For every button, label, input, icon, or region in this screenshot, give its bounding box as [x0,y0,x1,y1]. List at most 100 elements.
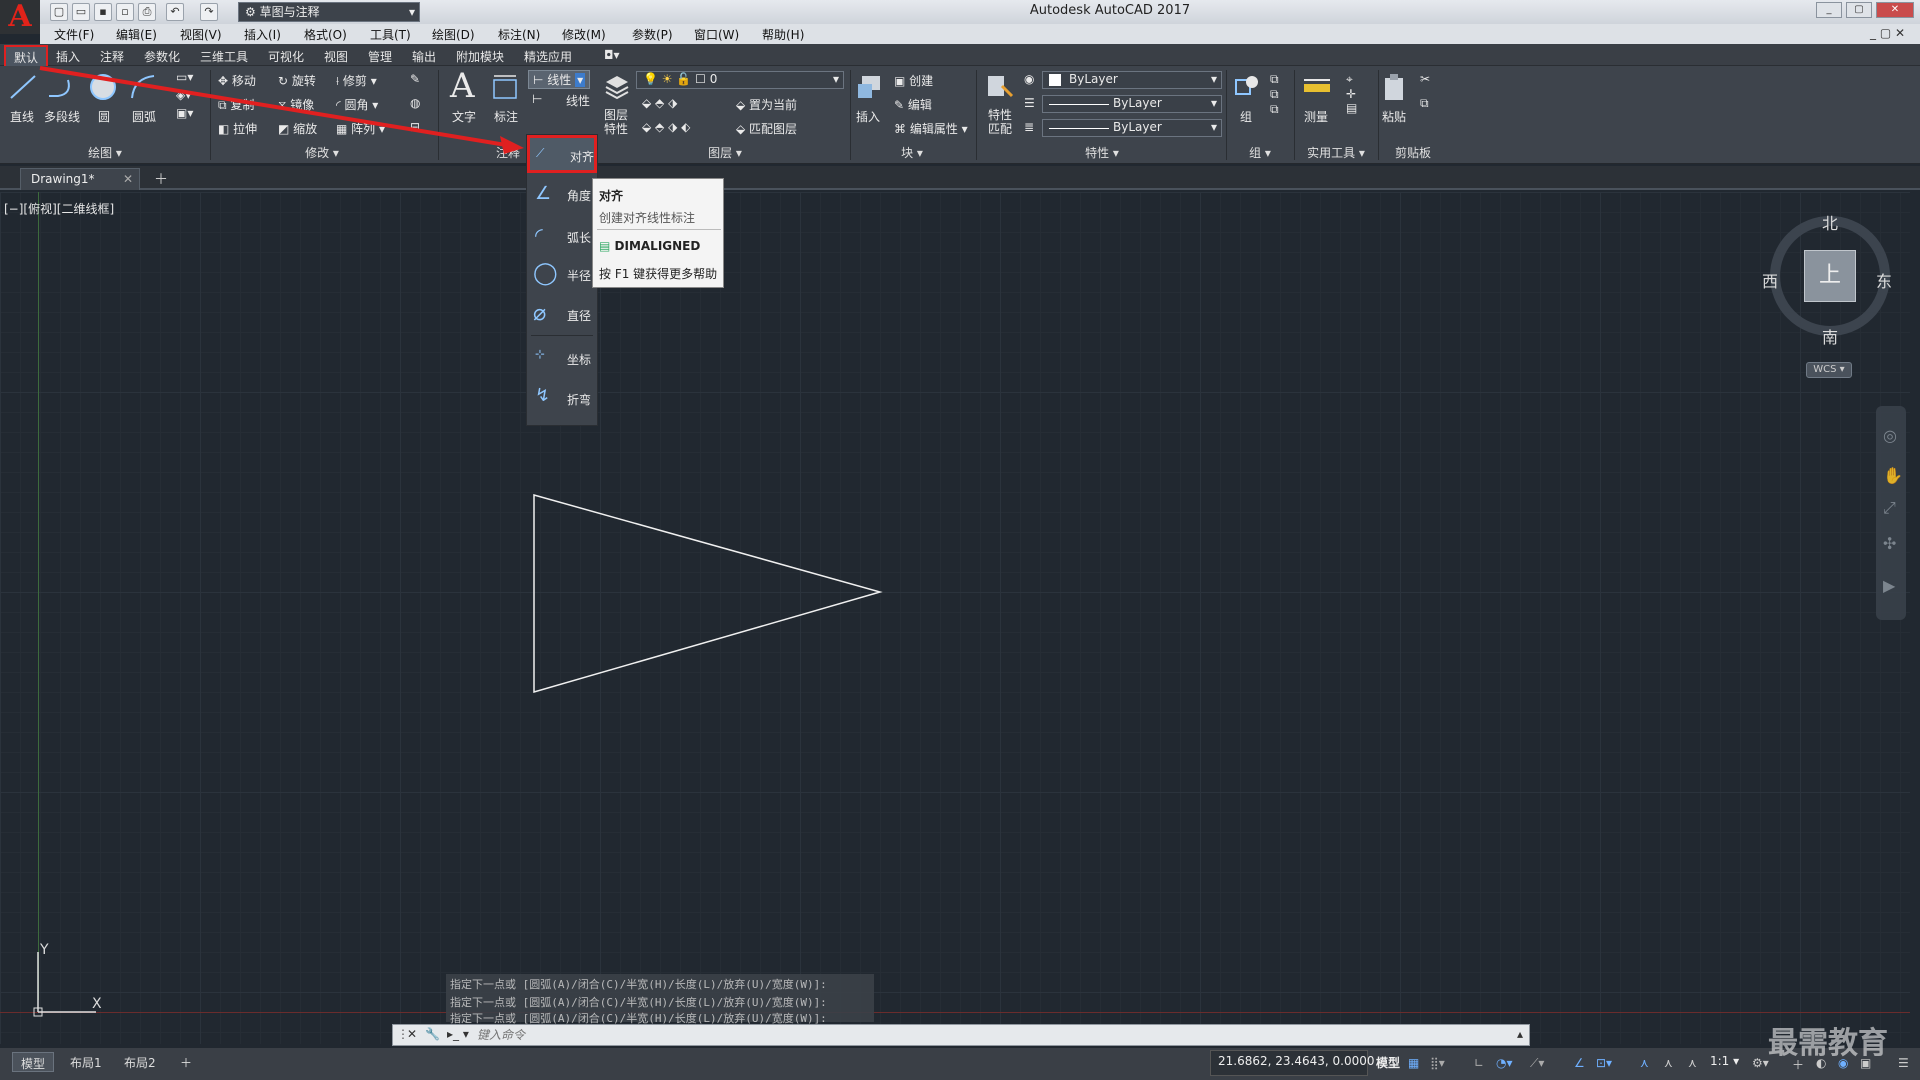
edit-block-button[interactable]: ✎ 编辑 [894,96,932,113]
dim-diameter-item[interactable]: ⌀ 直径 [527,297,597,333]
tab-output[interactable]: 输出 [412,48,436,65]
snap-icon[interactable]: ⣿▾ [1430,1056,1445,1070]
close-command-icon[interactable]: ✕ [407,1027,417,1041]
osnap-icon[interactable]: ⊡▾ [1596,1056,1612,1070]
arc-button[interactable]: 圆弧 [132,108,156,125]
clipboard-panel-title[interactable]: 剪贴板 [1378,144,1448,162]
pan-icon[interactable]: ✋ [1883,466,1903,485]
layer-properties-button[interactable]: 图层特性 [604,108,628,136]
orbit-icon[interactable]: ✣ [1883,534,1896,553]
workspace-select[interactable]: ⚙ 草图与注释 ▾ [238,2,420,22]
paste-button[interactable]: 粘贴 [1382,108,1406,125]
stretch-button[interactable]: ◧ 拉伸 [218,120,257,137]
mirror-button[interactable]: ⧖ 镜像 [278,96,314,113]
tab-parametric[interactable]: 参数化 [144,48,180,65]
hatch-icon[interactable]: ◈▾ [176,88,191,102]
tab-annotate[interactable]: 注释 [100,48,124,65]
menu-insert[interactable]: 插入(I) [244,26,281,43]
showmotion-icon[interactable]: ▶ [1883,576,1895,595]
coordinates-readout[interactable]: 21.6862, 23.4643, 0.0000 [1218,1054,1375,1068]
polar-icon[interactable]: ◔▾ [1496,1056,1513,1070]
annotation-visibility-icon[interactable]: ⋏ [1640,1056,1654,1070]
array-button[interactable]: ▦ 阵列 ▾ [336,120,385,137]
save-icon[interactable]: ▪ [94,3,112,21]
menu-dimension[interactable]: 标注(N) [498,26,540,43]
dim-angular-item[interactable]: ∠ 角度 [527,177,597,213]
group-button[interactable]: 组 [1240,108,1252,125]
doc-window-controls[interactable]: _ ▢ ✕ [1870,26,1905,40]
offset-icon[interactable]: ⊟ [410,120,420,134]
menu-window[interactable]: 窗口(W) [694,26,739,43]
menu-view[interactable]: 视图(V) [180,26,222,43]
copy-clip-icon[interactable]: ⧉ [1420,96,1429,111]
osnap-tracking-icon[interactable]: ∠ [1574,1056,1588,1070]
customize-icon[interactable]: 🔧 [425,1027,440,1041]
new-file-icon[interactable]: ▢ [50,3,68,21]
dim-radius-item[interactable]: ◯ 半径 [527,257,597,293]
edit-attributes-button[interactable]: ⌘ 编辑属性 ▾ [894,120,968,137]
lineweight-dropdown[interactable]: ByLayer ▾ [1042,119,1222,137]
tab-featured-apps[interactable]: 精选应用 [524,48,572,65]
modify-panel-title[interactable]: 修改 ▾ [212,144,432,162]
tab-layout1[interactable]: 布局1 [62,1052,110,1072]
block-panel-title[interactable]: 块 ▾ [852,144,972,162]
compass-north[interactable]: 北 [1822,210,1838,234]
undo-icon[interactable]: ↶ [166,3,184,21]
fillet-button[interactable]: ◜ 圆角 ▾ [336,96,378,113]
group-tools-icon[interactable]: ⧉ ⧉ ⧉ [1270,72,1279,117]
create-block-button[interactable]: ▣ 创建 [894,72,933,89]
menu-file[interactable]: 文件(F) [54,26,94,43]
color-dropdown[interactable]: ByLayer ▾ [1042,71,1222,89]
tab-manage[interactable]: 管理 [368,48,392,65]
tab-layout2[interactable]: 布局2 [116,1052,164,1072]
make-current-button[interactable]: ⬙ 置为当前 [736,96,797,113]
model-space-toggle[interactable]: 模型 [1376,1054,1400,1071]
menu-draw[interactable]: 绘图(D) [432,26,475,43]
close-button[interactable]: ✕ [1876,2,1914,18]
wcs-menu[interactable]: WCS ▾ [1806,362,1852,378]
layer-dropdown[interactable]: 💡 ☀ 🔓 ☐ 0 ▾ [636,71,844,89]
redo-icon[interactable]: ↷ [200,3,218,21]
command-input[interactable] [477,1026,1507,1044]
move-button[interactable]: ✥ 移动 [218,72,256,89]
tab-model[interactable]: 模型 [12,1052,55,1072]
annotation-panel-title[interactable]: 注释 [486,144,530,162]
new-tab-icon[interactable]: ＋ [154,169,168,189]
close-tab-icon[interactable]: ✕ [123,169,133,189]
linear-split-button[interactable]: ⊢ 线性 ▾ [528,70,591,89]
match-layer-button[interactable]: ⬙ 匹配图层 [736,120,797,137]
dim-jogged-item[interactable]: ↯ 折弯 [527,381,597,417]
explode-icon[interactable]: ◍ [410,96,420,110]
boundary-icon[interactable]: ▣▾ [176,106,193,120]
line-button[interactable]: 直线 [10,108,34,125]
menu-edit[interactable]: 编辑(E) [116,26,157,43]
properties-panel-title[interactable]: 特性 ▾ [980,144,1224,162]
steering-wheel-icon[interactable]: ◎ [1883,426,1897,445]
linetype-dropdown[interactable]: ByLayer ▾ [1042,95,1222,113]
isodraft-icon[interactable]: ⟋▾ [1530,1056,1544,1070]
layer-tools-row1[interactable]: ⬙ ⬘ ⬗ [642,96,677,110]
annotation-scale-select[interactable]: 1:1 ▾ [1710,1054,1739,1068]
polyline-button[interactable]: 多段线 [44,108,80,125]
maximize-button[interactable]: ▢ [1846,2,1872,18]
layers-panel-title[interactable]: 图层 ▾ [600,144,850,162]
text-button[interactable]: 文字 [452,108,476,125]
compass-south[interactable]: 南 [1822,324,1838,348]
erase-icon[interactable]: ✎ [410,72,420,86]
menu-format[interactable]: 格式(O) [304,26,347,43]
measure-button[interactable]: 测量 [1304,108,1328,125]
match-properties-button[interactable]: 特性匹配 [988,108,1012,136]
save-as-icon[interactable]: ▫ [116,3,134,21]
annotation-scale-icon[interactable]: ⋏ [1688,1056,1702,1070]
tab-addins[interactable]: 附加模块 [456,48,504,65]
drawing-tab[interactable]: Drawing1* ✕ [20,168,140,190]
scale-button[interactable]: ◩ 缩放 [278,120,317,137]
dim-arc-length-item[interactable]: ◜ 弧长 [527,219,597,255]
viewport-controls[interactable]: [−][俯视][二维线框] [4,200,114,217]
copy-button[interactable]: ⧉ 复制 [218,96,254,113]
compass-west[interactable]: 西 [1762,268,1778,292]
dim-ordinate-item[interactable]: ⊹ 坐标 [527,341,597,377]
utility-tools-icon[interactable]: ⌖ ✛ ▤ [1346,72,1357,115]
rotate-button[interactable]: ↻ 旋转 [278,72,316,89]
insert-block-button[interactable]: 插入 [856,108,880,125]
